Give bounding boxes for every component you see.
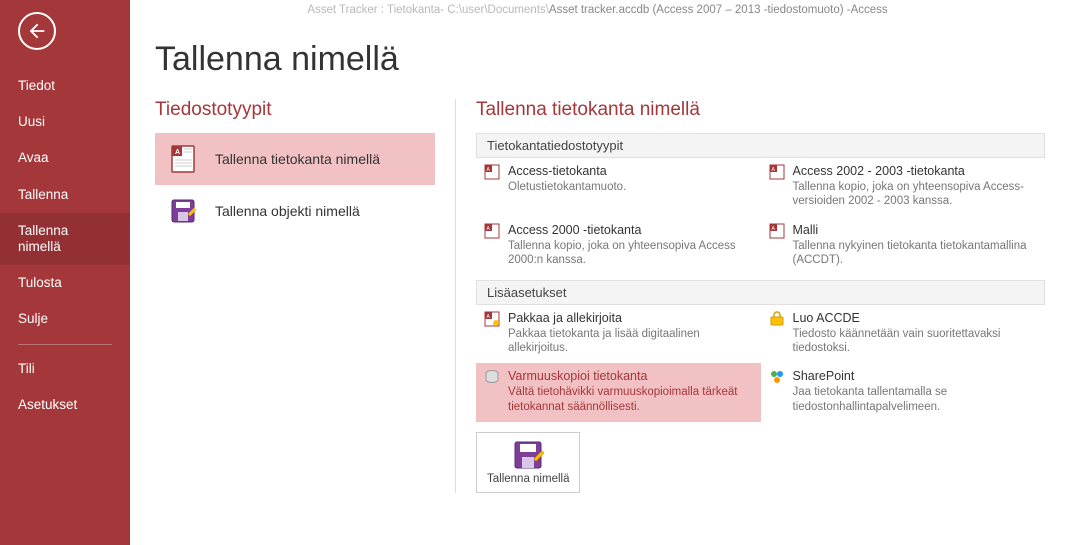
option-title: Pakkaa ja allekirjoita: [508, 311, 753, 326]
option-title: Access 2002 - 2003 -tietokanta: [793, 164, 1038, 179]
backstage-sidebar: Tiedot Uusi Avaa Tallenna Tallenna nimel…: [0, 0, 130, 545]
database-file-icon: A: [169, 145, 197, 173]
nav-divider: [18, 344, 112, 345]
option-desc: Oletustietokantamuoto.: [508, 180, 753, 194]
option-title: Access-tietokanta: [508, 164, 753, 179]
titlebar-prefix: Asset Tracker : Tietokanta- C:\user\Docu…: [307, 4, 549, 16]
option-desc: Tallenna kopio, joka on yhteensopiva Acc…: [793, 180, 1038, 209]
access-db-icon: A: [484, 223, 502, 241]
access-db-icon: A: [484, 164, 502, 182]
option-desc: Tallenna kopio, joka on yhteensopiva Acc…: [508, 239, 753, 268]
option-sharepoint[interactable]: SharePoint Jaa tietokanta tallentamalla …: [761, 363, 1046, 422]
option-title: SharePoint: [793, 369, 1038, 384]
option-access-database[interactable]: A Access-tietokanta Oletustietokantamuot…: [476, 158, 761, 217]
file-type-save-database-as[interactable]: A Tallenna tietokanta nimellä: [155, 133, 435, 185]
nav-avaa[interactable]: Avaa: [0, 140, 130, 176]
nav-tulosta[interactable]: Tulosta: [0, 265, 130, 301]
option-make-accde[interactable]: Luo ACCDE Tiedosto käännetään vain suori…: [761, 305, 1046, 364]
option-access-2000[interactable]: A Access 2000 -tietokanta Tallenna kopio…: [476, 217, 761, 276]
option-desc: Pakkaa tietokanta ja lisää digitaalinen …: [508, 327, 753, 356]
option-backup-database[interactable]: Varmuuskopioi tietokanta Vältä tietohävi…: [476, 363, 761, 422]
option-desc: Tiedosto käännetään vain suoritettavaksi…: [793, 327, 1038, 356]
nav-asetukset[interactable]: Asetukset: [0, 387, 130, 423]
template-icon: A: [769, 223, 787, 241]
nav-sulje[interactable]: Sulje: [0, 301, 130, 337]
save-database-as-heading: Tallenna tietokanta nimellä: [476, 99, 1045, 121]
file-type-save-object-as[interactable]: Tallenna objekti nimellä: [155, 185, 435, 237]
group-database-file-types: Tietokantatiedostotyypit: [476, 133, 1045, 158]
access-db-icon: A: [769, 164, 787, 182]
option-title: Luo ACCDE: [793, 311, 1038, 326]
file-types-heading: Tiedostotyypit: [155, 99, 435, 121]
option-access-2002[interactable]: A Access 2002 - 2003 -tietokanta Tallenn…: [761, 158, 1046, 217]
save-as-button[interactable]: Tallenna nimellä: [476, 432, 580, 493]
backup-icon: [484, 369, 502, 387]
svg-text:A: A: [175, 149, 180, 156]
save-icon: [512, 439, 544, 471]
option-title: Access 2000 -tietokanta: [508, 223, 753, 238]
option-title: Malli: [793, 223, 1038, 238]
nav-tallenna[interactable]: Tallenna: [0, 177, 130, 213]
file-type-label: Tallenna tietokanta nimellä: [215, 151, 380, 167]
option-desc: Jaa tietokanta tallentamalla se tiedosto…: [793, 385, 1038, 414]
save-as-button-label: Tallenna nimellä: [487, 473, 569, 486]
accde-icon: [769, 311, 787, 329]
option-title: Varmuuskopioi tietokanta: [508, 369, 753, 384]
nav-uusi[interactable]: Uusi: [0, 104, 130, 140]
option-desc: Vältä tietohävikki varmuuskopioimalla tä…: [508, 385, 753, 414]
arrow-left-icon: [26, 20, 48, 42]
main-content: Tallenna nimellä Tiedostotyypit A: [155, 40, 1065, 545]
option-template[interactable]: A Malli Tallenna nykyinen tietokanta tie…: [761, 217, 1046, 276]
titlebar: Asset Tracker : Tietokanta- C:\user\Docu…: [130, 0, 1065, 22]
nav-tili[interactable]: Tili: [0, 351, 130, 387]
file-types-column: Tiedostotyypit A Tallenna tietokant: [155, 99, 455, 493]
package-sign-icon: A: [484, 311, 502, 329]
sharepoint-icon: [769, 369, 787, 387]
file-type-label: Tallenna objekti nimellä: [215, 203, 360, 219]
group-advanced: Lisäasetukset: [476, 280, 1045, 305]
titlebar-main: Asset tracker.accdb (Access 2007 – 2013 …: [549, 4, 888, 16]
option-package-sign[interactable]: A Pakkaa ja allekirjoita Pakkaa tietokan…: [476, 305, 761, 364]
nav-tiedot[interactable]: Tiedot: [0, 68, 130, 104]
back-button[interactable]: [18, 12, 56, 50]
save-as-column: Tallenna tietokanta nimellä Tietokantati…: [455, 99, 1065, 493]
page-title: Tallenna nimellä: [155, 40, 1065, 79]
save-object-icon: [169, 197, 197, 225]
option-desc: Tallenna nykyinen tietokanta tietokantam…: [793, 239, 1038, 268]
nav-tallenna-nimella[interactable]: Tallenna nimellä: [0, 213, 130, 265]
